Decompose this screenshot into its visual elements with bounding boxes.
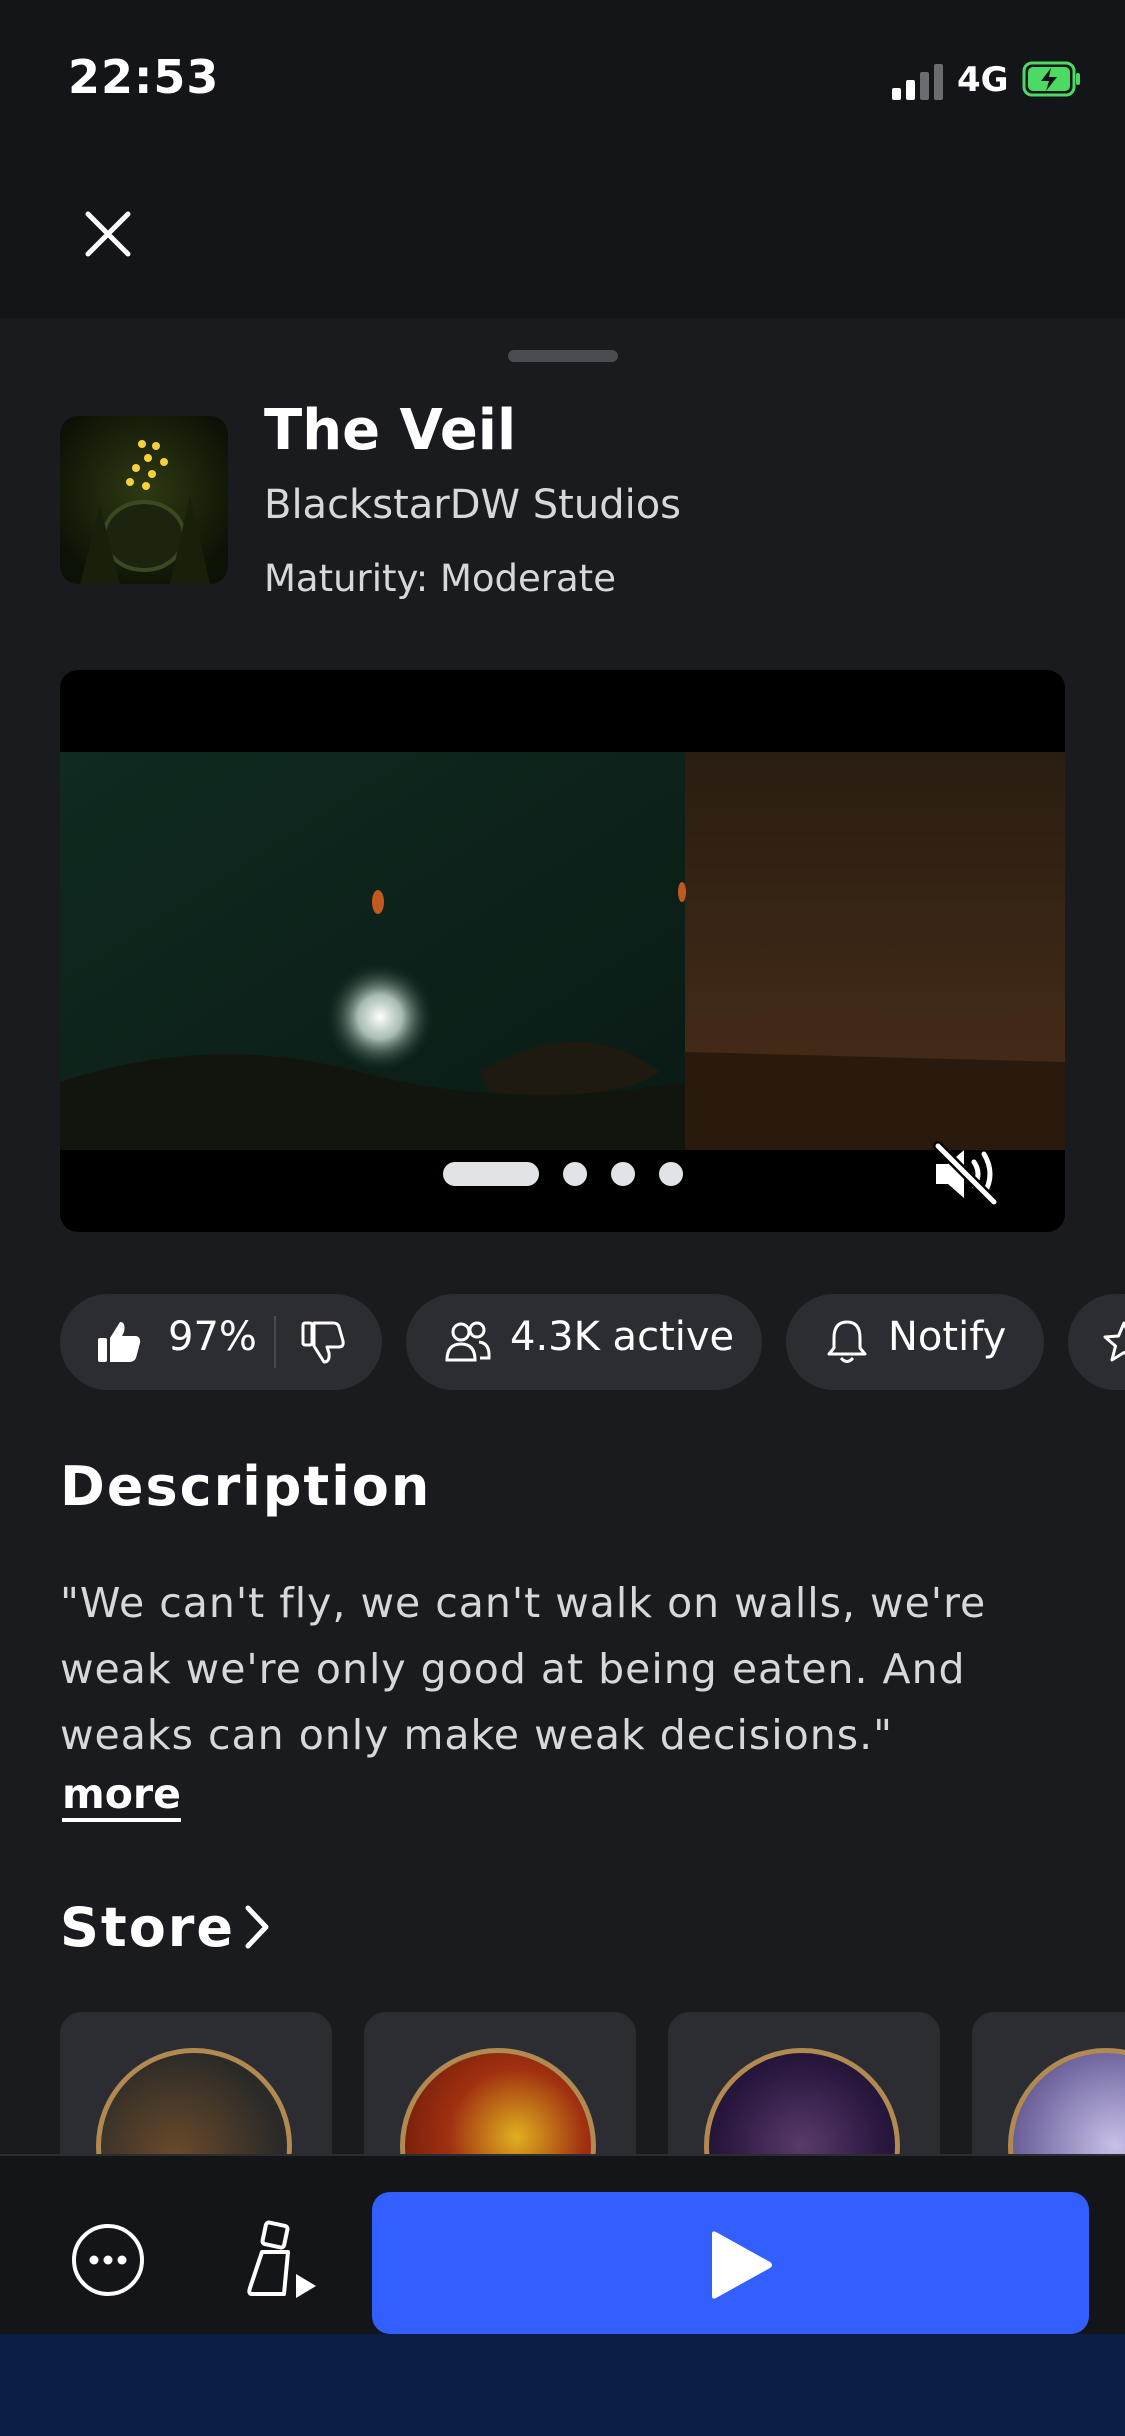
home-indicator-area: [0, 2334, 1125, 2436]
sheet-drag-handle[interactable]: [508, 350, 618, 362]
battery-charging-icon: [1022, 60, 1082, 98]
mute-icon[interactable]: [932, 1140, 1006, 1208]
description-more-link[interactable]: more: [62, 1770, 181, 1818]
party-icon[interactable]: [244, 2218, 324, 2302]
carousel-dot[interactable]: [611, 1162, 635, 1186]
store-heading[interactable]: Store: [60, 1896, 235, 1959]
maturity-rating: Maturity: Moderate: [264, 557, 616, 600]
active-players-count: 4.3K active: [510, 1314, 735, 1360]
notify-label[interactable]: Notify: [888, 1314, 1006, 1360]
play-button[interactable]: [372, 2192, 1089, 2334]
chevron-right-icon[interactable]: [240, 1902, 274, 1952]
game-creator[interactable]: BlackstarDW Studios: [264, 482, 681, 528]
play-icon: [704, 2230, 774, 2300]
carousel-dot[interactable]: [563, 1162, 587, 1186]
game-screenshot: [60, 752, 1065, 1150]
top-bar: [0, 160, 1125, 318]
carousel-dot-active[interactable]: [443, 1162, 539, 1186]
close-icon[interactable]: [80, 206, 136, 262]
status-time: 22:53: [68, 50, 220, 104]
rating-percent: 97%: [168, 1314, 257, 1360]
thumbs-up-icon[interactable]: [96, 1318, 142, 1364]
vote-divider: [274, 1316, 276, 1368]
game-thumbnail: [60, 416, 228, 584]
star-icon[interactable]: [1102, 1320, 1125, 1364]
game-title: The Veil: [264, 398, 517, 463]
thumbs-down-icon[interactable]: [300, 1320, 346, 1366]
signal-icon: [892, 64, 944, 100]
more-icon[interactable]: [70, 2222, 146, 2298]
carousel-dot[interactable]: [659, 1162, 683, 1186]
media-carousel[interactable]: [60, 670, 1065, 1232]
bell-icon[interactable]: [826, 1318, 868, 1366]
network-label: 4G: [957, 60, 1009, 100]
people-icon: [444, 1320, 492, 1364]
description-text: "We can't fly, we can't walk on walls, w…: [60, 1579, 987, 1759]
description-heading: Description: [60, 1455, 432, 1518]
